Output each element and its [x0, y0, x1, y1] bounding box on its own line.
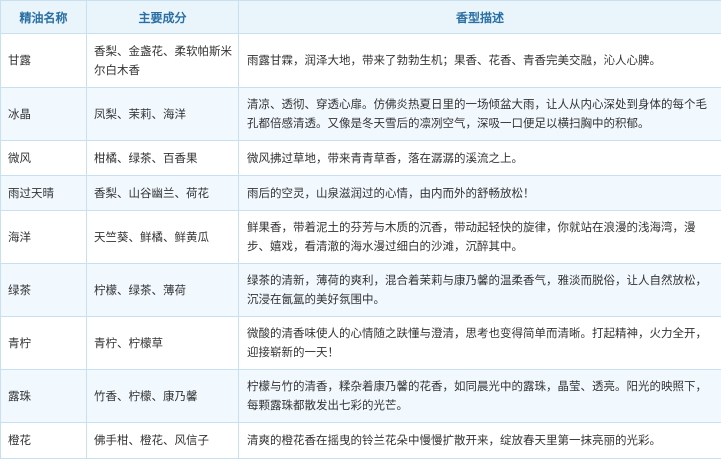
header-description: 香型描述 [238, 0, 721, 34]
table-row: 冰晶 凤梨、茉莉、海洋 清凉、透彻、穿透心扉。仿佛炎热夏日里的一场倾盆大雨，让人… [0, 87, 721, 141]
oil-name: 雨过天晴 [0, 175, 87, 211]
oil-description: 柠檬与竹的清香，糅杂着康乃馨的花香，如同晨光中的露珠，晶莹、透亮。阳光的映照下，… [238, 369, 721, 423]
table-row: 青柠 青柠、柠檬草 微酸的清香味使人的心情随之趺懂与澄清，思考也变得简单而清晰。… [0, 316, 721, 370]
oil-name: 海洋 [0, 210, 87, 264]
oil-ingredients: 柠檬、绿茶、薄荷 [86, 263, 239, 317]
oil-description: 清凉、透彻、穿透心扉。仿佛炎热夏日里的一场倾盆大雨，让人从内心深处到身体的每个毛… [238, 87, 721, 141]
oil-ingredients: 佛手柑、橙花、风信子 [86, 422, 239, 459]
oil-name: 冰晶 [0, 87, 87, 141]
header-ingredients: 主要成分 [86, 0, 239, 34]
oil-ingredients: 凤梨、茉莉、海洋 [86, 87, 239, 141]
oil-description: 雨后的空灵，山泉滋润过的心情，由内而外的舒畅放松！ [238, 175, 721, 211]
table-row: 甘露 香梨、金盏花、柔软帕斯米尔白木香 雨露甘霖，润泽大地，带来了勃勃生机；果香… [0, 33, 721, 88]
oil-description: 雨露甘霖，润泽大地，带来了勃勃生机；果香、花香、青香完美交融，沁人心脾。 [238, 33, 721, 88]
oil-ingredients: 天竺葵、鲜橘、鲜黄瓜 [86, 210, 239, 264]
oil-name: 露珠 [0, 369, 87, 423]
table-row: 橙花 佛手柑、橙花、风信子 清爽的橙花香在摇曳的铃兰花朵中慢慢扩散开来，绽放春天… [0, 422, 721, 459]
oil-ingredients: 柑橘、绿茶、百香果 [86, 140, 239, 176]
oil-ingredients: 香梨、山谷幽兰、荷花 [86, 175, 239, 211]
oil-ingredients: 香梨、金盏花、柔软帕斯米尔白木香 [86, 33, 239, 88]
oil-name: 橙花 [0, 422, 87, 459]
oil-ingredients: 竹香、柠檬、康乃馨 [86, 369, 239, 423]
oil-description: 绿茶的清新，薄荷的爽利，混合着茉莉与康乃馨的温柔香气，雅淡而脱俗，让人自然放松，… [238, 263, 721, 317]
header-name: 精油名称 [0, 0, 87, 34]
oil-description: 鲜果香，带着泥土的芬芳与木质的沉香，带动起轻快的旋律，你就站在浪漫的浅海湾，漫步… [238, 210, 721, 264]
oil-name: 绿茶 [0, 263, 87, 317]
oil-description: 清爽的橙花香在摇曳的铃兰花朵中慢慢扩散开来，绽放春天里第一抹亮丽的光彩。 [238, 422, 721, 459]
table-row: 雨过天晴 香梨、山谷幽兰、荷花 雨后的空灵，山泉滋润过的心情，由内而外的舒畅放松… [0, 175, 721, 211]
table-row: 微风 柑橘、绿茶、百香果 微风拂过草地，带来青青草香，落在潺潺的溪流之上。 [0, 140, 721, 176]
oil-name: 青柠 [0, 316, 87, 370]
oil-description: 微风拂过草地，带来青青草香，落在潺潺的溪流之上。 [238, 140, 721, 176]
oil-description: 微酸的清香味使人的心情随之趺懂与澄清，思考也变得简单而清晰。打起精神，火力全开，… [238, 316, 721, 370]
oil-name: 甘露 [0, 33, 87, 88]
table-row: 绿茶 柠檬、绿茶、薄荷 绿茶的清新，薄荷的爽利，混合着茉莉与康乃馨的温柔香气，雅… [0, 263, 721, 317]
fragrance-table: 精油名称 主要成分 香型描述 甘露 香梨、金盏花、柔软帕斯米尔白木香 雨露甘霖，… [0, 0, 721, 459]
table-row: 露珠 竹香、柠檬、康乃馨 柠檬与竹的清香，糅杂着康乃馨的花香，如同晨光中的露珠，… [0, 369, 721, 423]
oil-name: 微风 [0, 140, 87, 176]
table-header-row: 精油名称 主要成分 香型描述 [0, 0, 721, 34]
table-row: 海洋 天竺葵、鲜橘、鲜黄瓜 鲜果香，带着泥土的芬芳与木质的沉香，带动起轻快的旋律… [0, 210, 721, 264]
oil-ingredients: 青柠、柠檬草 [86, 316, 239, 370]
